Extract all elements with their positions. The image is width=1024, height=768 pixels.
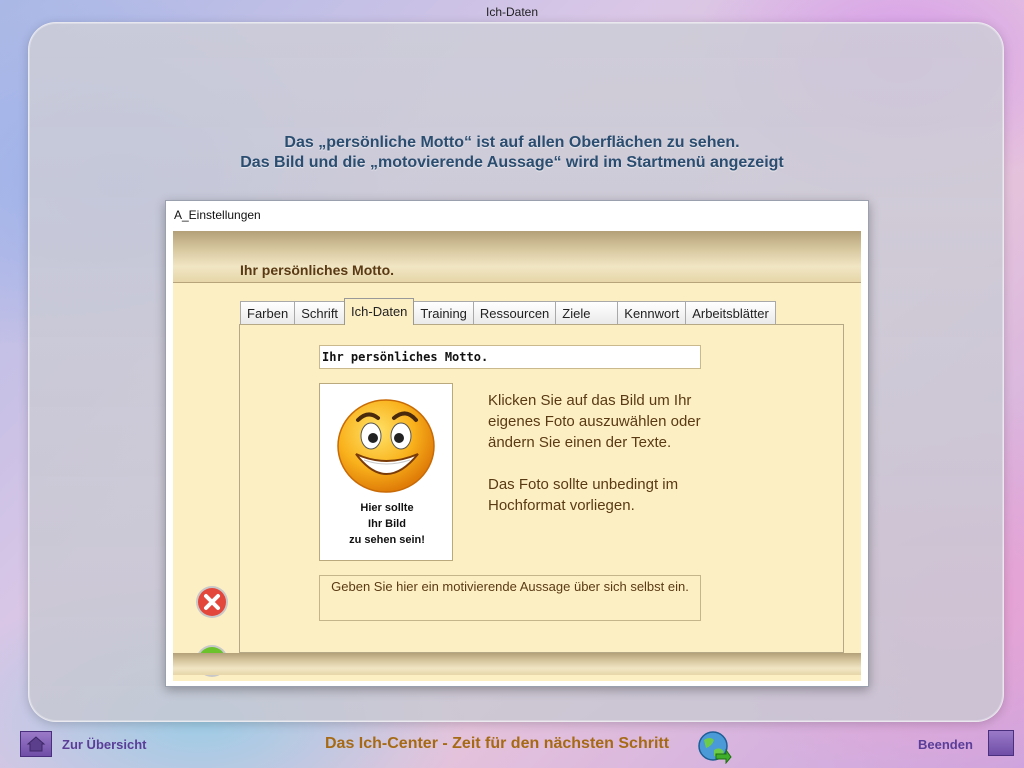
tab-ressourcen[interactable]: Ressourcen [472, 301, 557, 325]
overview-link[interactable]: Zur Übersicht [62, 737, 147, 752]
overview-button[interactable] [20, 731, 52, 757]
exit-button[interactable] [988, 730, 1014, 756]
tab-kennwort[interactable]: Kennwort [617, 301, 687, 325]
help-text-line: eigenes Foto auszuwählen oder [488, 413, 701, 430]
exit-link[interactable]: Beenden [918, 737, 973, 752]
tab-arbeitsblaetter[interactable]: Arbeitsblätter [685, 301, 776, 325]
help-text-line: Hochformat vorliegen. [488, 497, 635, 514]
tab-ziele[interactable]: Ziele [555, 301, 619, 325]
tab-training[interactable]: Training [413, 301, 474, 325]
help-text-line: Das Foto sollte unbedingt im [488, 476, 679, 493]
tab-schrift[interactable]: Schrift [294, 301, 346, 325]
footer-title: Das Ich-Center - Zeit für den nächsten S… [325, 735, 670, 752]
globe-arrow-icon[interactable] [698, 730, 732, 764]
headline-line-1: Das „persönliche Motto“ ist auf allen Ob… [284, 134, 740, 151]
settings-dialog: A_Einstellungen Ihr persönliches Motto. … [165, 200, 869, 687]
photo-caption-line: Ihr Bild [368, 518, 406, 530]
dialog-body: Ihr persönliches Motto. Farben Schrift I… [173, 231, 861, 681]
photo-picker[interactable]: Hier sollte Ihr Bild zu sehen sein! [319, 383, 453, 561]
tab-bar: Farben Schrift Ich-Daten Training Ressou… [240, 298, 776, 325]
cancel-button[interactable] [195, 585, 229, 619]
dialog-title: A_Einstellungen [174, 208, 261, 222]
help-text-line: Klicken Sie auf das Bild um Ihr [488, 392, 692, 409]
photo-caption-line: Hier sollte [360, 502, 414, 514]
help-text: Klicken Sie auf das Bild um Ihr eigenes … [488, 390, 738, 516]
tab-pane-ich-daten: Ihr persönliches Motto. Hier sollte Ihr … [239, 324, 844, 653]
footer-band [173, 653, 861, 675]
tab-ich-daten[interactable]: Ich-Daten [344, 298, 415, 325]
window-title: Ich-Daten [485, 5, 539, 19]
help-text-line: ändern Sie einen der Texte. [488, 434, 672, 451]
home-icon [26, 736, 46, 752]
footer-bar: Zur Übersicht Das Ich-Center - Zeit für … [0, 728, 1024, 764]
statement-input[interactable]: Geben Sie hier ein motivierende Aussage … [319, 575, 701, 621]
tab-farben[interactable]: Farben [240, 301, 296, 325]
photo-caption-line: zu sehen sein! [349, 534, 425, 546]
motto-input[interactable]: Ihr persönliches Motto. [319, 345, 701, 369]
smiley-icon [337, 399, 435, 493]
section-heading: Ihr persönliches Motto. [240, 262, 395, 278]
headline-line-2: Das Bild und die „motovierende Aussage“ … [240, 154, 784, 171]
photo-caption: Hier sollte Ihr Bild zu sehen sein! [320, 500, 454, 548]
